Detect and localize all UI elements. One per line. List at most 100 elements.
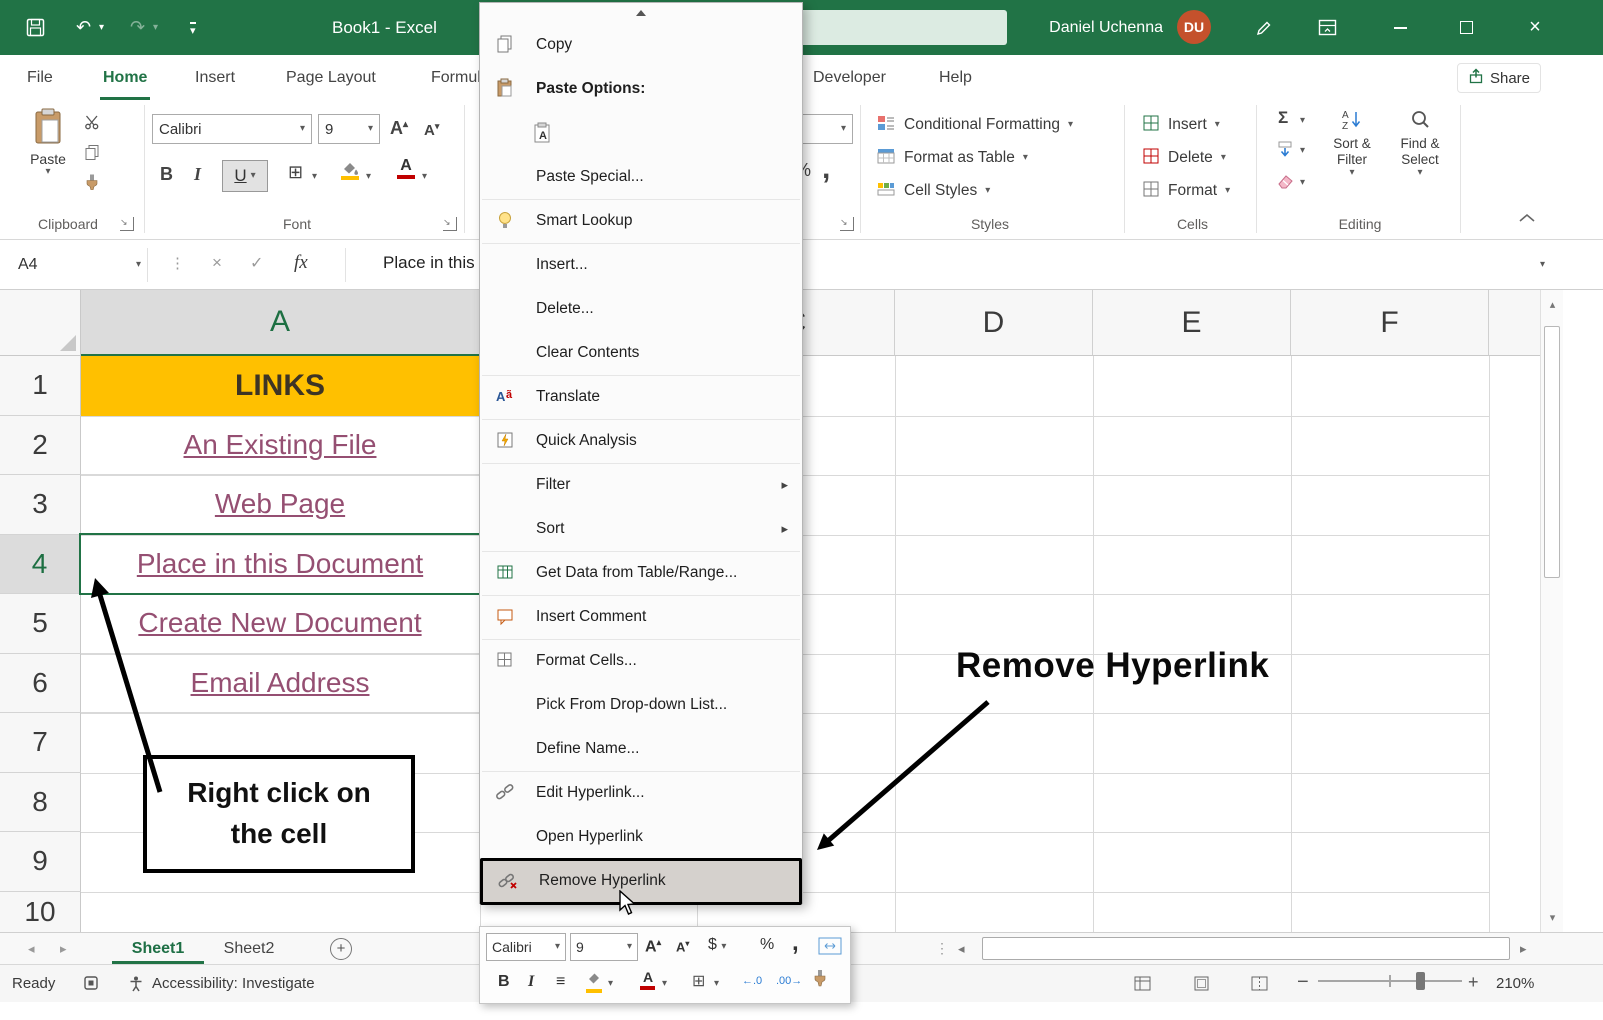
row-header-10[interactable]: 10 (0, 892, 81, 932)
normal-view-icon[interactable] (1134, 976, 1151, 995)
undo-icon[interactable]: ↶ (76, 0, 91, 55)
row-header-8[interactable]: 8 (0, 773, 81, 833)
decrease-font-size-button[interactable]: A▾ (424, 121, 439, 139)
menu-item-clear-contents[interactable]: Clear Contents (480, 331, 802, 375)
mini-increase-decimal-icon[interactable]: ←.0 (742, 975, 762, 987)
menu-item-format-cells[interactable]: Format Cells... (480, 639, 802, 683)
conditional-formatting-button[interactable]: Conditional Formatting ▾ (876, 110, 1073, 140)
formula-bar-expand-icon[interactable]: ▾ (1540, 260, 1545, 270)
row-header-3[interactable]: 3 (0, 475, 81, 535)
row-header-7[interactable]: 7 (0, 713, 81, 773)
fill-icon[interactable] (1276, 140, 1294, 163)
enter-check-icon[interactable]: ✓ (250, 253, 263, 273)
menu-item-filter[interactable]: Filter ▸ (480, 463, 802, 507)
insert-function-icon[interactable]: fx (294, 252, 308, 274)
bold-button[interactable]: B (160, 164, 173, 185)
underline-button[interactable]: U▾ (222, 160, 268, 192)
sheet-tab-sheet2[interactable]: Sheet2 (206, 933, 292, 964)
increase-font-size-button[interactable]: A▴ (390, 118, 408, 139)
mini-font-color-icon[interactable]: A (640, 969, 656, 990)
hyperlink-web-page[interactable]: Web Page (215, 488, 345, 520)
clipboard-dialog-launcher-icon[interactable]: ↘ (120, 217, 134, 231)
zoom-level[interactable]: 210% (1496, 975, 1534, 992)
page-layout-view-icon[interactable] (1193, 976, 1210, 995)
share-button[interactable]: Share (1457, 63, 1541, 93)
tab-developer[interactable]: Developer (810, 55, 889, 100)
row-header-2[interactable]: 2 (0, 416, 81, 476)
comma-format-button[interactable]: , (822, 152, 830, 186)
mini-fill-color-icon[interactable] (586, 971, 604, 993)
save-icon[interactable] (26, 18, 45, 42)
tab-help[interactable]: Help (936, 55, 975, 100)
zoom-in-icon[interactable]: + (1468, 972, 1479, 993)
minimize-button[interactable] (1378, 0, 1422, 55)
row-header-9[interactable]: 9 (0, 832, 81, 892)
menu-item-edit-hyperlink[interactable]: Edit Hyperlink... (480, 771, 802, 815)
cell-a6[interactable]: Email Address (81, 654, 480, 714)
number-dialog-launcher-icon[interactable]: ↘ (840, 217, 854, 231)
row-header-6[interactable]: 6 (0, 654, 81, 714)
undo-chevron-down-icon[interactable]: ▾ (99, 0, 104, 55)
column-header-e[interactable]: E (1093, 290, 1291, 356)
italic-button[interactable]: I (194, 164, 201, 185)
format-cells-button[interactable]: Format ▾ (1142, 176, 1230, 206)
menu-scroll-up[interactable] (480, 3, 802, 23)
sheet-tab-sheet1[interactable]: Sheet1 (112, 933, 204, 964)
accessibility-icon[interactable] (128, 975, 144, 996)
new-sheet-button[interactable]: + (330, 938, 352, 960)
mini-borders-icon[interactable]: ⊞ (692, 971, 705, 991)
mini-increase-font-icon[interactable]: A▴ (645, 937, 661, 956)
font-name-combo[interactable]: Calibri▾ (152, 114, 312, 144)
mini-align-icon[interactable]: ≡ (556, 973, 565, 991)
menu-item-translate[interactable]: Aã Translate (480, 375, 802, 419)
avatar[interactable]: DU (1177, 10, 1211, 44)
mini-comma-icon[interactable]: , (792, 929, 799, 957)
borders-icon[interactable]: ⊞ (288, 162, 303, 183)
clear-icon[interactable] (1276, 172, 1294, 195)
user-name[interactable]: Daniel Uchenna (1049, 0, 1163, 55)
menu-item-copy[interactable]: Copy (480, 23, 802, 67)
menu-item-paste-special-option[interactable]: A (480, 111, 802, 155)
menu-item-smart-lookup[interactable]: Smart Lookup (480, 199, 802, 243)
page-break-view-icon[interactable] (1251, 976, 1268, 995)
delete-cells-button[interactable]: Delete ▾ (1142, 143, 1226, 173)
insert-cells-button[interactable]: Insert ▾ (1142, 110, 1220, 140)
fill-color-icon[interactable] (340, 160, 360, 180)
sort-filter-button[interactable]: AZ Sort & Filter ▾ (1322, 108, 1382, 178)
cell-a2[interactable]: An Existing File (81, 416, 480, 476)
tab-file[interactable]: File (24, 55, 56, 100)
hscroll-left-icon[interactable]: ◂ (958, 941, 965, 957)
hscroll-right-icon[interactable]: ▸ (1520, 941, 1527, 957)
pen-icon[interactable] (1255, 19, 1273, 42)
collapse-ribbon-icon[interactable] (1518, 210, 1536, 228)
hyperlink-existing-file[interactable]: An Existing File (184, 429, 377, 461)
menu-item-sort[interactable]: Sort ▸ (480, 507, 802, 551)
row-header-5[interactable]: 5 (0, 594, 81, 654)
menu-item-open-hyperlink[interactable]: Open Hyperlink (480, 815, 802, 859)
hyperlink-create-new-document[interactable]: Create New Document (138, 607, 421, 639)
autosum-icon[interactable]: Σ (1278, 108, 1288, 128)
font-dialog-launcher-icon[interactable]: ↘ (443, 217, 457, 231)
select-all-corner[interactable] (0, 290, 81, 356)
mini-currency-icon[interactable]: $ ▾ (708, 936, 726, 954)
column-header-d[interactable]: D (895, 290, 1093, 356)
mini-merge-icon[interactable] (818, 937, 842, 959)
tab-home[interactable]: Home (100, 55, 150, 100)
tab-page-layout[interactable]: Page Layout (283, 55, 379, 100)
menu-item-insert[interactable]: Insert... (480, 243, 802, 287)
font-color-icon[interactable]: A (396, 158, 416, 179)
menu-item-quick-analysis[interactable]: Quick Analysis (480, 419, 802, 463)
sheet-nav-left-icon[interactable]: ◂ (28, 941, 35, 957)
hyperlink-email-address[interactable]: Email Address (191, 667, 370, 699)
mini-format-painter-icon[interactable] (812, 969, 828, 991)
name-box[interactable]: A4 ▾ (8, 248, 148, 282)
format-as-table-button[interactable]: Format as Table ▾ (876, 143, 1028, 173)
menu-item-get-data[interactable]: Get Data from Table/Range... (480, 551, 802, 595)
column-header-a[interactable]: A (81, 290, 480, 356)
mini-decrease-decimal-icon[interactable]: .00→ (776, 975, 802, 987)
maximize-button[interactable] (1444, 0, 1488, 55)
zoom-out-icon[interactable]: − (1297, 971, 1309, 994)
zoom-slider-handle[interactable] (1416, 972, 1425, 990)
cell-styles-button[interactable]: Cell Styles ▾ (876, 176, 990, 206)
mini-italic-button[interactable]: I (528, 973, 534, 991)
